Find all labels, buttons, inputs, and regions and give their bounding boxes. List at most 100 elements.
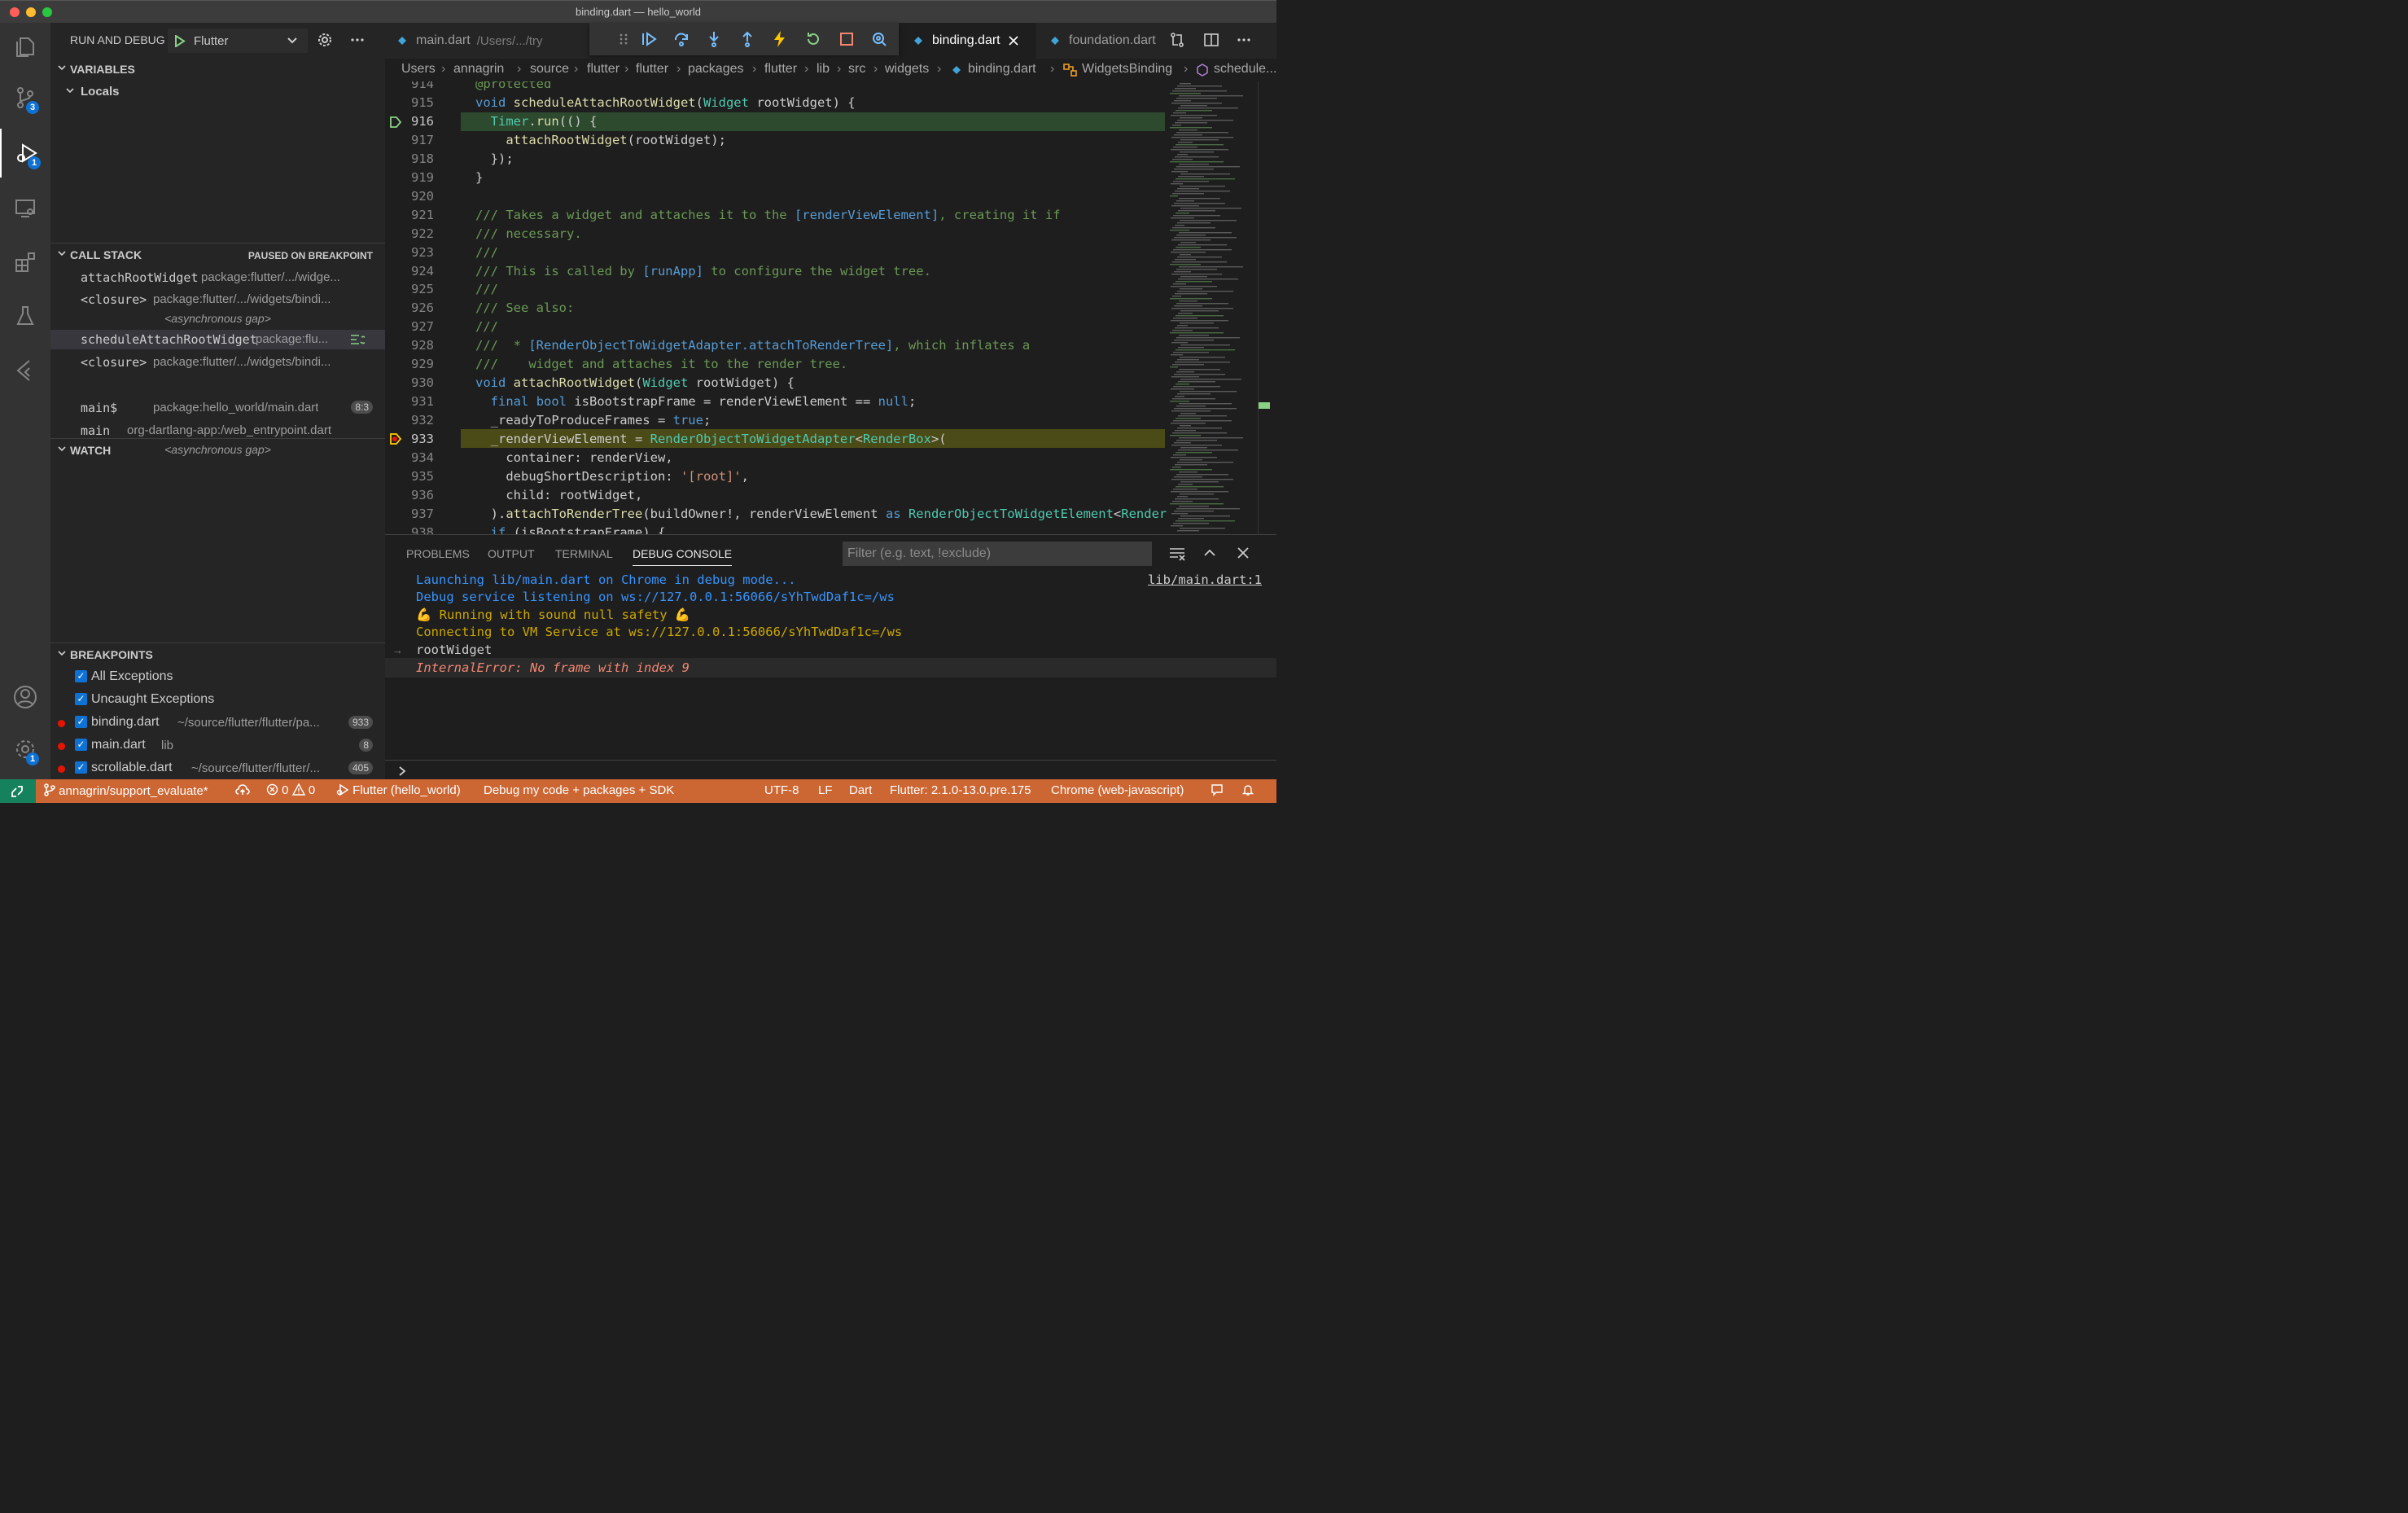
- code-line[interactable]: 935 debugShortDescription: '[root]',: [385, 467, 1167, 486]
- code-line[interactable]: 922 /// necessary.: [385, 225, 1167, 243]
- inspect-widget-button[interactable]: [869, 29, 889, 49]
- call-stack-frame[interactable]: attachRootWidget package:flutter/.../wid…: [50, 268, 385, 287]
- code-line[interactable]: 921 /// Takes a widget and attaches it to…: [385, 206, 1167, 225]
- code-line[interactable]: 924 /// This is called by [runApp] to con…: [385, 262, 1167, 281]
- tab-problems[interactable]: PROBLEMS: [406, 547, 470, 560]
- breadcrumb-item[interactable]: widgets: [885, 62, 929, 77]
- code-line[interactable]: 914 @protected: [385, 81, 1167, 94]
- code-line[interactable]: 926 /// See also:: [385, 299, 1167, 318]
- code-line[interactable]: 930 void attachRootWidget(Widget rootWidg…: [385, 374, 1167, 393]
- line-number[interactable]: 927: [385, 319, 434, 334]
- code-line[interactable]: 923 ///: [385, 243, 1167, 262]
- encoding-status[interactable]: UTF-8: [764, 783, 799, 797]
- language-status[interactable]: Dart: [849, 783, 872, 797]
- line-number[interactable]: 923: [385, 245, 434, 260]
- remote-indicator[interactable]: [0, 779, 36, 803]
- code-line[interactable]: 925 ///: [385, 280, 1167, 299]
- locals-scope[interactable]: Locals: [50, 81, 385, 102]
- open-changes-icon[interactable]: [1169, 32, 1185, 48]
- breadcrumb-item[interactable]: WidgetsBinding: [1082, 62, 1172, 77]
- chevron-up-icon[interactable]: [1203, 547, 1216, 559]
- hot-reload-button[interactable]: [770, 29, 790, 49]
- code-line[interactable]: 937 ).attachToRenderTree(buildOwner!, re…: [385, 505, 1175, 524]
- line-number[interactable]: 935: [385, 469, 434, 484]
- continue-button[interactable]: [639, 29, 659, 49]
- line-number[interactable]: 916: [385, 114, 434, 129]
- line-number[interactable]: 938: [385, 525, 434, 534]
- line-number[interactable]: 925: [385, 282, 434, 296]
- breadcrumb-item[interactable]: schedule...: [1214, 62, 1276, 77]
- code-line[interactable]: 934 container: renderView,: [385, 449, 1167, 467]
- code-line[interactable]: 931 final bool isBootstrapFrame = render…: [385, 393, 1167, 411]
- line-number[interactable]: 914: [385, 81, 434, 91]
- tab-debug-console[interactable]: DEBUG CONSOLE: [633, 547, 733, 566]
- breadcrumb-item[interactable]: Users: [401, 62, 436, 77]
- extensions-button[interactable]: [0, 238, 50, 287]
- run-debug-button[interactable]: 1: [0, 129, 52, 178]
- debug-mode-status[interactable]: Debug my code + packages + SDK: [484, 783, 674, 797]
- breakpoints-section-header[interactable]: BREAKPOINTS: [50, 643, 385, 668]
- line-number[interactable]: 937: [385, 507, 434, 521]
- device-status[interactable]: Chrome (web-javascript): [1051, 783, 1184, 797]
- line-number[interactable]: 915: [385, 95, 434, 110]
- line-number[interactable]: 922: [385, 226, 434, 241]
- checkbox-checked-icon[interactable]: ✓: [75, 693, 87, 705]
- line-number[interactable]: 930: [385, 375, 434, 390]
- line-number[interactable]: 919: [385, 170, 434, 185]
- close-icon[interactable]: [1009, 36, 1018, 46]
- tab-binding-dart[interactable]: binding.dart: [900, 23, 1036, 59]
- line-number[interactable]: 921: [385, 208, 434, 222]
- watch-section-header[interactable]: WATCH: [50, 439, 385, 463]
- flutter-button[interactable]: [0, 345, 50, 394]
- call-stack-frame-selected[interactable]: scheduleAttachRootWidget package:flu...: [50, 330, 385, 349]
- code-line[interactable]: 920: [385, 187, 1167, 206]
- code-line[interactable]: 929 /// widget and attaches it to the ren…: [385, 355, 1167, 374]
- console-source-link[interactable]: lib/main.dart:1: [1148, 572, 1262, 587]
- checkbox-checked-icon[interactable]: ✓: [75, 761, 87, 774]
- sync-button[interactable]: [235, 783, 250, 797]
- code-line[interactable]: 928 /// * [RenderObjectToWidgetAdapter.at…: [385, 336, 1167, 355]
- testing-button[interactable]: [0, 292, 50, 340]
- breadcrumb-item[interactable]: source: [530, 62, 569, 77]
- accounts-button[interactable]: [0, 673, 50, 721]
- checkbox-checked-icon[interactable]: ✓: [75, 670, 87, 682]
- call-stack-section-header[interactable]: CALL STACK PAUSED ON BREAKPOINT: [50, 243, 385, 268]
- tab-terminal[interactable]: TERMINAL: [555, 547, 613, 560]
- line-number[interactable]: 934: [385, 450, 434, 465]
- notifications-button[interactable]: [1241, 783, 1254, 800]
- branch-status[interactable]: annagrin/support_evaluate*: [44, 783, 208, 798]
- breakpoint-item[interactable]: ✓ binding.dart ~/source/flutter/flutter/…: [50, 713, 385, 734]
- tab-foundation-dart[interactable]: foundation.dart: [1036, 23, 1158, 59]
- checkbox-checked-icon[interactable]: ✓: [75, 716, 87, 728]
- flutter-version-status[interactable]: Flutter: 2.1.0-13.0.pre.175: [890, 783, 1031, 797]
- line-number[interactable]: 929: [385, 357, 434, 371]
- more-actions-icon[interactable]: [1237, 37, 1251, 42]
- split-editor-icon[interactable]: [1203, 32, 1219, 48]
- debug-console-input[interactable]: [414, 761, 1269, 779]
- stop-button[interactable]: [837, 29, 856, 49]
- line-number[interactable]: 931: [385, 394, 434, 409]
- code-line[interactable]: 917 attachRootWidget(rootWidget);: [385, 131, 1167, 150]
- code-line[interactable]: 933 _renderViewElement = RenderObjectToW…: [385, 430, 1167, 449]
- code-editor[interactable]: 914 @protected 915 void scheduleAttachRootW…: [385, 81, 1276, 534]
- breadcrumb-item[interactable]: lib: [817, 62, 830, 77]
- step-over-button[interactable]: [672, 29, 691, 49]
- drag-handle[interactable]: [614, 29, 633, 49]
- line-number[interactable]: 924: [385, 264, 434, 278]
- code-line[interactable]: 936 child: rootWidget,: [385, 486, 1167, 505]
- code-line[interactable]: 915 void scheduleAttachRootWidget(Widget …: [385, 94, 1167, 112]
- call-stack-frame[interactable]: <closure> package:flutter/.../widgets/bi…: [50, 290, 385, 309]
- breakpoint-item[interactable]: ✓ All Exceptions: [50, 667, 385, 688]
- more-actions-icon[interactable]: [350, 37, 365, 42]
- line-number[interactable]: 918: [385, 151, 434, 166]
- console-filter-input[interactable]: Filter (e.g. text, !exclude): [843, 542, 1152, 566]
- call-stack-frame[interactable]: main$ package:hello_world/main.dart 8:3: [50, 398, 385, 418]
- launch-status[interactable]: Flutter (hello_world): [336, 783, 461, 797]
- breadcrumb-item[interactable]: flutter: [636, 62, 668, 77]
- breakpoint-item[interactable]: ✓ scrollable.dart ~/source/flutter/flutt…: [50, 758, 385, 779]
- line-number[interactable]: 926: [385, 300, 434, 315]
- restart-frame-icon[interactable]: [350, 334, 365, 345]
- vertical-scrollbar[interactable]: [1258, 81, 1270, 534]
- tab-main-dart[interactable]: main.dart /Users/.../try: [385, 23, 587, 59]
- line-number[interactable]: 933: [385, 432, 434, 446]
